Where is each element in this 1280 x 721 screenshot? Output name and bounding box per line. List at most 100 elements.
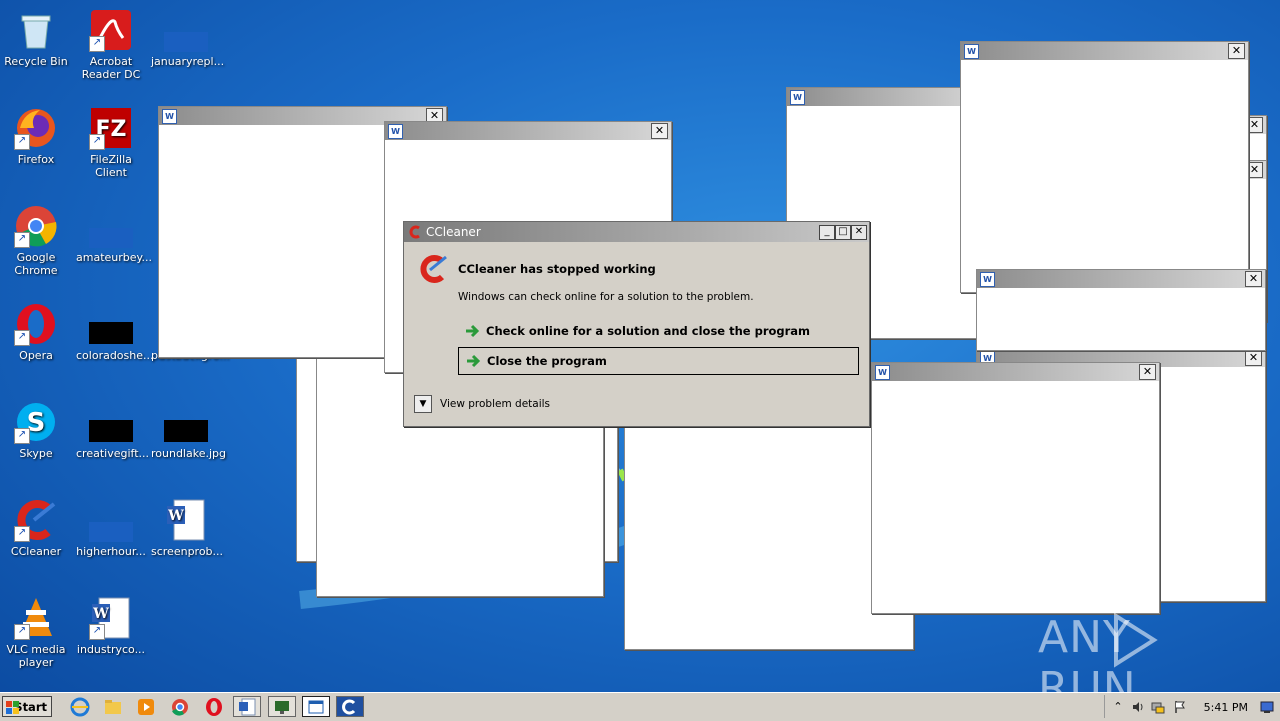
desktop-icon-label: Recycle Bin xyxy=(4,55,68,68)
desktop-icon-word-doc[interactable]: W ↗ industryco... xyxy=(76,596,146,656)
ie-icon[interactable] xyxy=(70,697,90,717)
maximize-button[interactable]: □ xyxy=(835,225,851,240)
firefox-icon: ↗ xyxy=(14,106,58,150)
word-icon: W xyxy=(162,109,177,124)
desktop-icon-file[interactable]: januaryrepl... xyxy=(151,8,225,68)
desktop-icon-vlc[interactable]: ↗ VLC media player xyxy=(1,596,71,669)
blank-window[interactable]: W ✕ xyxy=(871,362,1160,614)
media-player-icon[interactable] xyxy=(136,697,156,717)
tray-expand-icon[interactable]: ⌃ xyxy=(1111,700,1125,714)
desktop-icon-label: januaryrepl... xyxy=(151,55,225,68)
show-desktop-icon[interactable] xyxy=(1260,700,1274,714)
ccleaner-small-icon xyxy=(409,225,420,239)
desktop-icon-label: roundlake.jpg xyxy=(151,447,226,460)
system-tray: ⌃ 5:41 PM xyxy=(1104,695,1280,718)
file-icon xyxy=(89,302,133,346)
desktop-icon-label: Acrobat Reader DC xyxy=(81,55,141,81)
desktop-icon-label: VLC media player xyxy=(6,643,66,669)
taskbar-button-word[interactable] xyxy=(233,696,261,717)
desktop-icon-file[interactable]: higherhour... xyxy=(76,498,146,558)
folder-icon[interactable] xyxy=(103,697,123,717)
close-icon[interactable]: ✕ xyxy=(1228,43,1245,59)
taskbar-button-active[interactable] xyxy=(302,696,330,717)
file-icon xyxy=(89,400,133,444)
desktop-icon-label: Google Chrome xyxy=(14,251,58,277)
windows-logo-icon xyxy=(6,701,19,714)
taskbar-button-ccleaner[interactable] xyxy=(336,696,364,717)
acrobat-icon: ↗ xyxy=(89,8,133,52)
start-button[interactable]: Start xyxy=(2,696,52,717)
taskbar: Start ⌃ 5:41 PM xyxy=(0,692,1280,721)
desktop-icon-filezilla[interactable]: FZ ↗ FileZilla Client xyxy=(76,106,146,179)
dialog-titlebar[interactable]: CCleaner _ □ ✕ xyxy=(404,222,869,242)
window-titlebar[interactable]: W xyxy=(787,88,987,106)
close-icon[interactable]: ✕ xyxy=(1245,271,1262,287)
word-doc-icon: W xyxy=(164,498,208,542)
desktop-icon-file[interactable]: coloradoshe... xyxy=(76,302,154,362)
dialog-message: Windows can check online for a solution … xyxy=(458,291,754,303)
recycle-bin-icon xyxy=(14,8,58,52)
clock[interactable]: 5:41 PM xyxy=(1204,701,1248,714)
close-icon[interactable]: ✕ xyxy=(1139,364,1156,380)
desktop-icon-image[interactable]: roundlake.jpg xyxy=(151,400,226,460)
monitor-icon xyxy=(275,701,289,714)
word-icon: W xyxy=(790,90,805,105)
action-center-flag-icon[interactable] xyxy=(1173,700,1187,714)
desktop-icon-label: Opera xyxy=(19,349,53,362)
file-icon xyxy=(164,8,208,52)
desktop-icon-acrobat[interactable]: ↗ Acrobat Reader DC xyxy=(76,8,146,81)
file-icon xyxy=(89,498,133,542)
word-icon: W xyxy=(964,44,979,59)
view-details-toggle[interactable]: ▼ View problem details xyxy=(414,395,550,413)
option-label: Close the program xyxy=(487,354,607,368)
minimize-button[interactable]: _ xyxy=(819,225,835,240)
chrome-icon: ↗ xyxy=(14,204,58,248)
desktop-icon-word-doc[interactable]: W screenprob... xyxy=(151,498,224,558)
desktop-icon-firefox[interactable]: ↗ Firefox xyxy=(1,106,71,166)
start-label: Start xyxy=(14,700,47,714)
ccleaner-icon: ↗ xyxy=(14,498,58,542)
svg-text:W: W xyxy=(167,508,184,524)
desktop-icon-label: coloradoshe... xyxy=(76,349,154,362)
word-icon: W xyxy=(388,124,403,139)
window-titlebar[interactable]: W ✕ xyxy=(977,270,1265,288)
network-icon[interactable] xyxy=(1151,700,1165,714)
green-arrow-icon xyxy=(466,324,480,338)
desktop-icon-recycle-bin[interactable]: Recycle Bin xyxy=(1,8,71,68)
close-program-option[interactable]: Close the program xyxy=(458,347,859,375)
chevron-down-icon[interactable]: ▼ xyxy=(414,395,432,413)
desktop-icon-label: amateurbey... xyxy=(76,251,152,264)
desktop-icon-label: CCleaner xyxy=(10,545,62,558)
word-icon: W xyxy=(980,272,995,287)
desktop-icon-file[interactable]: amateurbey... xyxy=(76,204,152,264)
window-titlebar[interactable]: W ✕ xyxy=(385,122,671,140)
ccleaner-small-icon xyxy=(342,699,356,715)
desktop-icon-label: higherhour... xyxy=(76,545,146,558)
word-icon xyxy=(239,698,256,716)
desktop-icon-skype[interactable]: S ↗ Skype xyxy=(1,400,71,460)
close-icon[interactable]: ✕ xyxy=(651,123,668,139)
close-button[interactable]: ✕ xyxy=(851,225,867,240)
opera-icon[interactable] xyxy=(204,697,224,717)
window-icon xyxy=(308,700,324,714)
desktop-icon-chrome[interactable]: ↗ Google Chrome xyxy=(1,204,71,277)
window-titlebar[interactable]: W ✕ xyxy=(872,363,1159,381)
details-label: View problem details xyxy=(440,398,551,410)
window-titlebar[interactable]: W ✕ xyxy=(961,42,1248,60)
speaker-icon[interactable] xyxy=(1131,700,1145,714)
blank-window[interactable]: W ✕ xyxy=(976,269,1266,351)
chrome-icon[interactable] xyxy=(170,697,190,717)
blank-window[interactable]: W ✕ xyxy=(960,41,1249,293)
close-icon[interactable]: ✕ xyxy=(1245,350,1262,366)
file-icon xyxy=(89,204,133,248)
desktop-icon-ccleaner[interactable]: ↗ CCleaner xyxy=(1,498,71,558)
opera-icon: ↗ xyxy=(14,302,58,346)
check-online-option[interactable]: Check online for a solution and close th… xyxy=(458,318,857,344)
word-doc-icon: W ↗ xyxy=(89,596,133,640)
image-icon xyxy=(164,400,208,444)
desktop-icon-label: screenprob... xyxy=(151,545,224,558)
desktop-icon-opera[interactable]: ↗ Opera xyxy=(1,302,71,362)
taskbar-button-app[interactable] xyxy=(268,696,296,717)
dialog-heading: CCleaner has stopped working xyxy=(458,262,656,276)
desktop-icon-file[interactable]: creativegift... xyxy=(76,400,149,460)
